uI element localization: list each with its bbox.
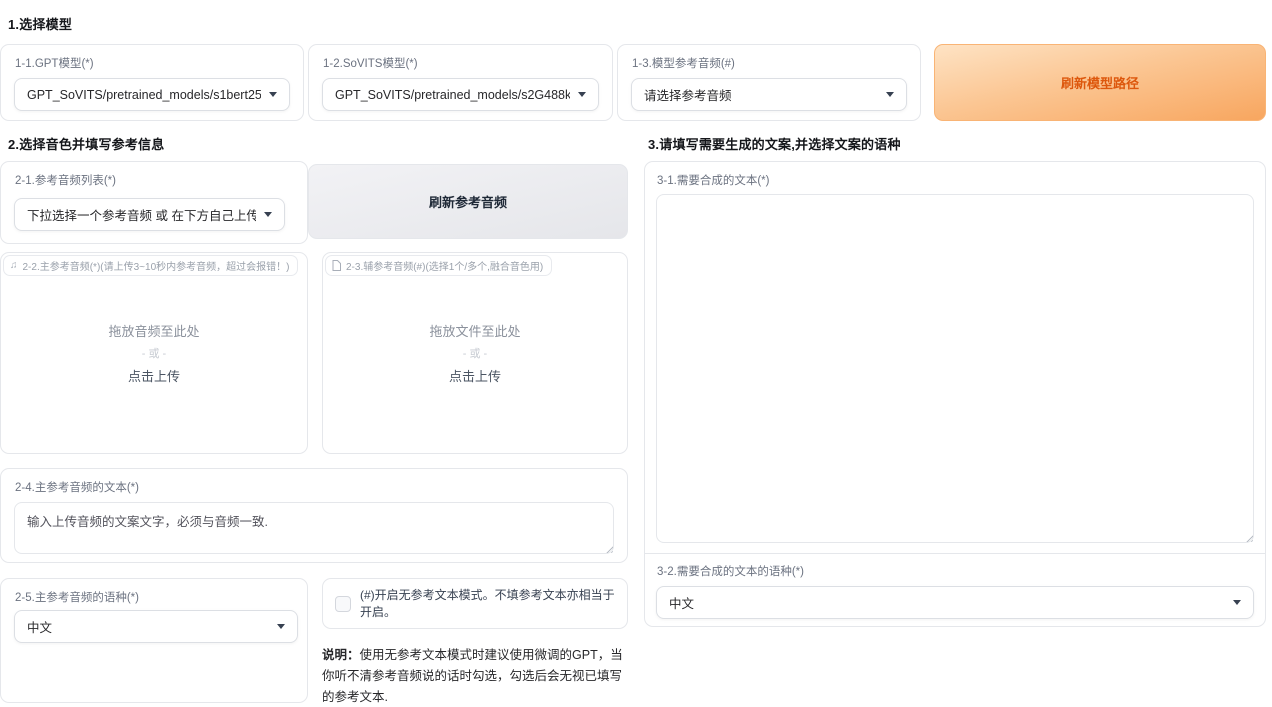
click-to-upload-link[interactable]: 点击上传	[449, 366, 501, 385]
click-to-upload-link[interactable]: 点击上传	[128, 366, 180, 385]
ref-audio-list-value: 下拉选择一个参考音频 或 在下方自己上传	[27, 205, 256, 224]
ref-text-field: 2-4.主参考音频的文本(*)	[0, 468, 628, 563]
chevron-down-icon	[277, 624, 285, 629]
or-text: - 或 -	[463, 345, 487, 361]
sovits-model-label: 1-2.SoVITS模型(*)	[323, 55, 418, 71]
or-text: - 或 -	[142, 345, 166, 361]
refresh-model-path-button[interactable]: 刷新模型路径	[934, 44, 1266, 121]
gpt-sovits-inference-page: 1.选择模型 1-1.GPT模型(*) GPT_SoVITS/pretraine…	[0, 0, 1272, 707]
target-text-label: 3-1.需要合成的文本(*)	[657, 172, 769, 188]
note-bold: 说明：	[322, 648, 360, 662]
ref-language-dropdown[interactable]: 中文	[14, 610, 298, 643]
ref-audio-list-field: 2-1.参考音频列表(*) 下拉选择一个参考音频 或 在下方自己上传	[0, 161, 308, 244]
chevron-down-icon	[578, 92, 586, 97]
refresh-reference-audio-button[interactable]: 刷新参考音频	[308, 164, 628, 239]
group-divider	[645, 553, 1265, 554]
model-ref-audio-field: 1-3.模型参考音频(#) 请选择参考音频	[617, 44, 921, 121]
chevron-down-icon	[886, 92, 894, 97]
sovits-model-dropdown[interactable]: GPT_SoVITS/pretrained_models/s2G488k.pth	[322, 78, 599, 111]
drop-file-text: 拖放文件至此处	[429, 321, 520, 340]
target-language-dropdown[interactable]: 中文	[656, 586, 1254, 619]
target-text-group: 3-1.需要合成的文本(*) 3-2.需要合成的文本的语种(*) 中文	[644, 161, 1266, 627]
model-ref-audio-value: 请选择参考音频	[644, 85, 878, 104]
gpt-model-dropdown[interactable]: GPT_SoVITS/pretrained_models/s1bert25hz-…	[14, 78, 290, 111]
sovits-model-value: GPT_SoVITS/pretrained_models/s2G488k.pth	[335, 88, 570, 102]
gpt-model-label: 1-1.GPT模型(*)	[15, 55, 94, 71]
no-ref-mode-note: 说明：使用无参考文本模式时建议使用微调的GPT，当你听不清参考音频说的话时勾选，…	[322, 645, 628, 707]
target-language-value: 中文	[669, 593, 1225, 612]
section-2-title: 2.选择音色并填写参考信息	[8, 134, 164, 153]
ref-language-value: 中文	[27, 617, 269, 636]
section-3-title: 3.请填写需要生成的文案,并选择文案的语种	[648, 134, 901, 153]
target-language-label: 3-2.需要合成的文本的语种(*)	[657, 563, 804, 579]
chevron-down-icon	[264, 212, 272, 217]
drop-audio-text: 拖放音频至此处	[108, 321, 199, 340]
ref-text-label: 2-4.主参考音频的文本(*)	[15, 479, 139, 495]
sovits-model-field: 1-2.SoVITS模型(*) GPT_SoVITS/pretrained_mo…	[308, 44, 613, 121]
no-ref-text-mode-checkbox[interactable]	[335, 596, 351, 612]
model-ref-audio-dropdown[interactable]: 请选择参考音频	[631, 78, 907, 111]
ref-text-input[interactable]	[14, 502, 614, 554]
model-ref-audio-label: 1-3.模型参考音频(#)	[632, 55, 735, 71]
aux-ref-audio-dropzone[interactable]: 2-3.辅参考音频(#)(选择1个/多个,融合音色用) 拖放文件至此处 - 或 …	[322, 252, 628, 454]
section-1-title: 1.选择模型	[8, 14, 72, 33]
chevron-down-icon	[269, 92, 277, 97]
no-ref-text-mode-label[interactable]: (#)开启无参考文本模式。不填参考文本亦相当于开启。	[360, 587, 615, 621]
ref-language-field: 2-5.主参考音频的语种(*) 中文	[0, 578, 308, 703]
main-ref-audio-upload-area: 拖放音频至此处 - 或 - 点击上传	[1, 253, 307, 453]
chevron-down-icon	[1233, 600, 1241, 605]
no-ref-text-mode-field: (#)开启无参考文本模式。不填参考文本亦相当于开启。	[322, 578, 628, 629]
note-text: 使用无参考文本模式时建议使用微调的GPT，当你听不清参考音频说的话时勾选，勾选后…	[322, 648, 623, 704]
ref-language-label: 2-5.主参考音频的语种(*)	[15, 589, 139, 605]
gpt-model-field: 1-1.GPT模型(*) GPT_SoVITS/pretrained_model…	[0, 44, 304, 121]
target-text-input[interactable]	[656, 194, 1254, 543]
gpt-model-value: GPT_SoVITS/pretrained_models/s1bert25hz-…	[27, 88, 261, 102]
ref-audio-list-label: 2-1.参考音频列表(*)	[15, 172, 116, 188]
main-ref-audio-dropzone[interactable]: ♫ 2-2.主参考音频(*)(请上传3~10秒内参考音频，超过会报错！) 拖放音…	[0, 252, 308, 454]
ref-audio-list-dropdown[interactable]: 下拉选择一个参考音频 或 在下方自己上传	[14, 198, 285, 231]
aux-ref-audio-upload-area: 拖放文件至此处 - 或 - 点击上传	[323, 253, 627, 453]
